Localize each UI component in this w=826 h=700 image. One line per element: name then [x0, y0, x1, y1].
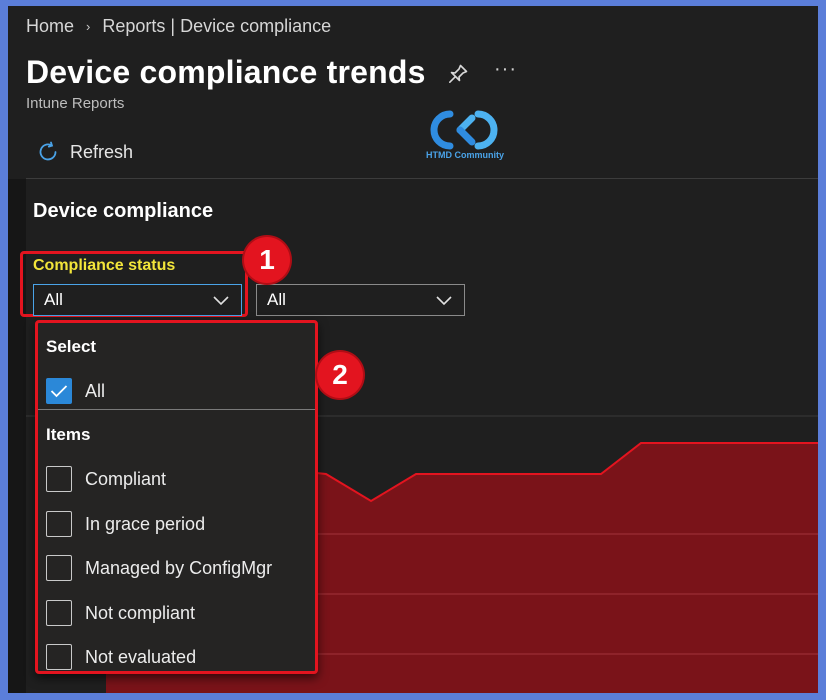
refresh-label: Refresh: [70, 141, 134, 162]
annotation-badge-2: 2: [317, 352, 363, 398]
option-not-evaluated[interactable]: Not evaluated: [46, 644, 196, 670]
option-label: All: [85, 380, 106, 401]
watermark-text: HTMD Community: [426, 150, 504, 160]
option-label: Compliant: [85, 468, 167, 489]
compliance-status-select[interactable]: All: [33, 284, 242, 316]
annotation-badge-1: 1: [244, 237, 290, 283]
checkbox-icon[interactable]: [46, 511, 72, 537]
pin-icon[interactable]: [446, 62, 470, 86]
checkbox-icon[interactable]: [46, 600, 72, 626]
second-filter-select[interactable]: All: [256, 284, 465, 316]
page-title: Device compliance trends: [26, 54, 426, 90]
breadcrumb: Home › Reports | Device compliance: [26, 16, 331, 37]
option-label: In grace period: [85, 513, 206, 534]
option-in-grace-period[interactable]: In grace period: [46, 511, 205, 537]
refresh-button[interactable]: Refresh: [36, 140, 133, 164]
breadcrumb-current[interactable]: Reports | Device compliance: [102, 16, 331, 37]
breadcrumb-separator-icon: ›: [86, 19, 91, 34]
app-frame: Home › Reports | Device compliance Devic…: [8, 6, 818, 693]
compliance-status-label: Compliance status: [33, 257, 176, 274]
items-heading: Items: [46, 425, 91, 444]
section-title: Device compliance: [33, 200, 214, 222]
option-managed-by-configmgr[interactable]: Managed by ConfigMgr: [46, 555, 272, 581]
option-not-compliant[interactable]: Not compliant: [46, 600, 195, 626]
option-label: Managed by ConfigMgr: [85, 557, 273, 578]
refresh-icon: [39, 141, 57, 161]
more-options-icon[interactable]: ···: [494, 58, 517, 81]
option-compliant[interactable]: Compliant: [46, 466, 166, 492]
compliance-status-value: All: [44, 290, 63, 309]
checkbox-icon[interactable]: [46, 466, 72, 492]
option-all[interactable]: All: [46, 378, 105, 404]
checkbox-checked-icon[interactable]: [46, 378, 72, 404]
select-heading: Select: [46, 337, 97, 356]
chevron-down-icon: [213, 296, 229, 306]
second-filter-value: All: [267, 290, 286, 309]
page-subtitle: Intune Reports: [26, 95, 125, 112]
toolbar-divider: [26, 178, 818, 179]
option-label: Not evaluated: [85, 646, 197, 667]
option-label: Not compliant: [85, 602, 196, 623]
compliance-status-dropdown: Select All Items Compliant In grace peri…: [35, 320, 318, 674]
chevron-down-icon: [436, 296, 452, 306]
checkbox-icon[interactable]: [46, 555, 72, 581]
breadcrumb-home[interactable]: Home: [26, 16, 74, 37]
checkbox-icon[interactable]: [46, 644, 72, 670]
dropdown-divider: [38, 409, 315, 410]
